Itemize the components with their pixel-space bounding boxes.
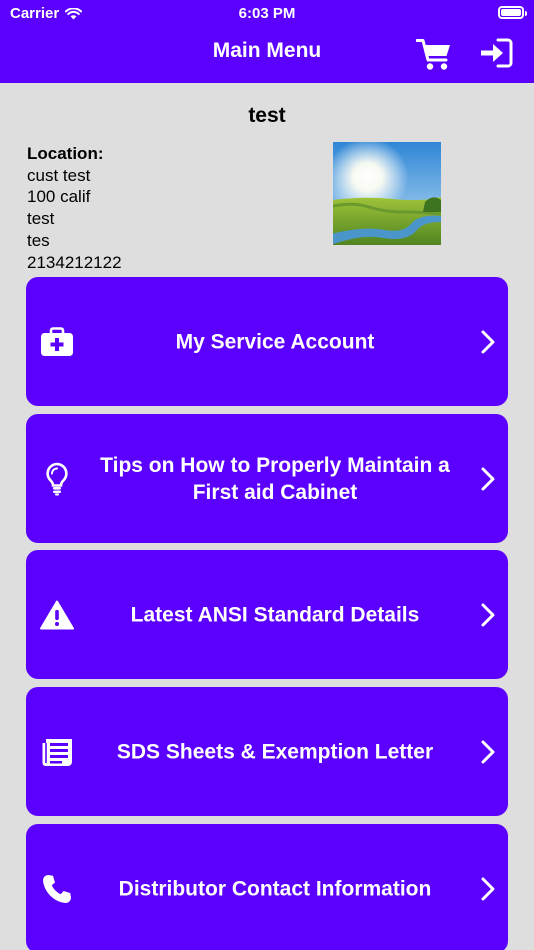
location-line: tes [27,230,50,250]
chevron-right-icon [481,330,495,353]
location-line: 100 calif [27,187,91,207]
location-photo [333,142,441,245]
location-line: 2134212122 [27,252,122,272]
menu-item-label: Latest ANSI Standard Details [130,603,420,626]
cart-icon [415,39,450,70]
first-aid-kit-icon [40,325,74,359]
chevron-right-icon [481,603,495,626]
battery-icon [498,6,527,19]
page-title: Main Menu [212,39,322,62]
document-list-icon [40,735,74,769]
location-line: cust test [27,165,91,185]
menu-item-label: SDS Sheets & Exemption Letter [116,740,434,763]
status-bar: Carrier 6:03 PM [0,0,534,28]
location-heading: Location: [27,144,104,163]
lightbulb-icon [40,462,74,496]
menu-item-label: Distributor Contact Information [118,877,432,900]
menu-item-label: My Service Account [175,330,375,353]
status-time: 6:03 PM [238,5,296,22]
chevron-right-icon [481,877,495,900]
nav-bar: Main Menu [0,28,534,83]
header: Carrier 6:03 PM Main Menu [0,0,534,83]
cart-button[interactable] [415,38,452,77]
menu-item-my-service-account[interactable]: My Service Account [26,277,508,406]
main-menu-screen: Carrier 6:03 PM Main Menu test Location:… [0,0,534,950]
menu-item-label: Tips on How to Properly Maintain a First… [100,453,450,504]
menu-item-distributor-contact[interactable]: Distributor Contact Information [26,824,508,950]
location-line: test [27,209,55,229]
chevron-right-icon [481,467,495,490]
chevron-right-icon [481,740,495,763]
logout-icon [481,38,513,68]
location-block: Location: cust test 100 calif test tes 2… [27,143,122,273]
warning-icon [40,598,74,632]
profile-name: test [248,104,286,127]
logout-button[interactable] [478,36,514,75]
menu-item-sds-sheets[interactable]: SDS Sheets & Exemption Letter [26,687,508,816]
phone-icon [40,872,74,906]
menu-item-first-aid-tips[interactable]: Tips on How to Properly Maintain a First… [26,414,508,543]
menu-item-ansi-standard[interactable]: Latest ANSI Standard Details [26,550,508,679]
